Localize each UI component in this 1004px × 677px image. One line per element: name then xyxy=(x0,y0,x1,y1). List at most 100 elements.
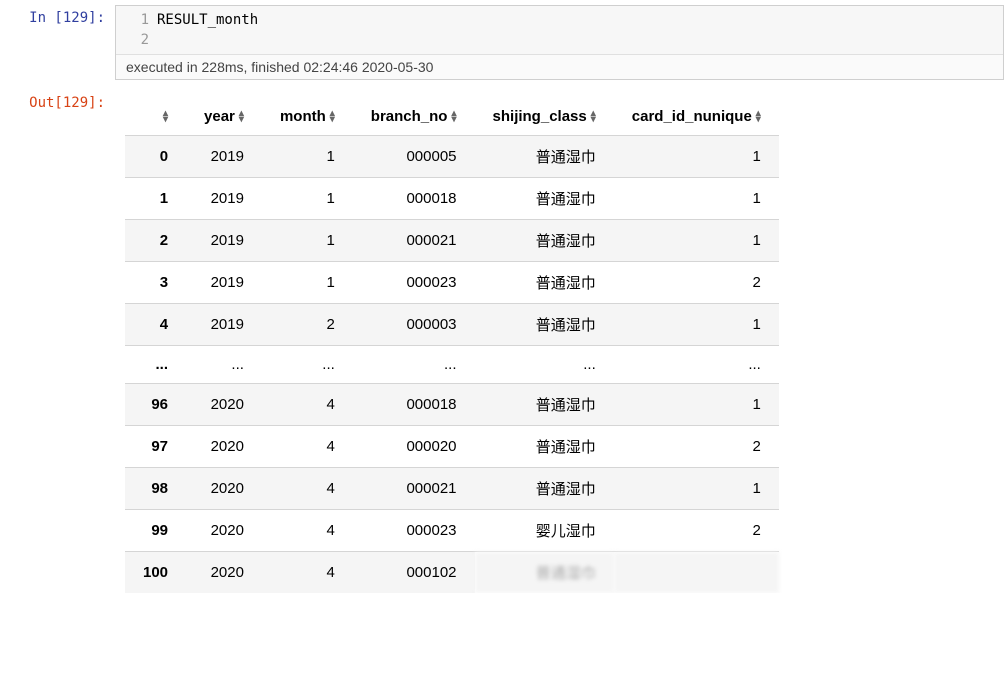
cell-card-id-nunique: 2 xyxy=(614,510,779,552)
cell-index: 0 xyxy=(125,136,186,178)
output-area: ▴▾ year▴▾ month▴▾ branch_no▴▾ shijing_cl… xyxy=(115,90,1004,593)
table-row: 120191000018普通湿巾1 xyxy=(125,178,779,220)
sort-icon[interactable]: ▴▾ xyxy=(756,111,761,123)
cell-card-id-nunique: 1 xyxy=(614,178,779,220)
cell-year: 2020 xyxy=(186,468,262,510)
cell-shijing-class: 普通湿巾 xyxy=(475,468,614,510)
cell-branch-no: 000005 xyxy=(353,136,475,178)
cell-month: 4 xyxy=(262,384,353,426)
cell-branch-no: 000021 xyxy=(353,220,475,262)
cell-month: 1 xyxy=(262,262,353,304)
cell-year: 2020 xyxy=(186,384,262,426)
cell-branch-no: 000023 xyxy=(353,510,475,552)
cell-month: 4 xyxy=(262,552,353,594)
table-row: 420192000003普通湿巾1 xyxy=(125,304,779,346)
cell-month: 4 xyxy=(262,468,353,510)
cell-branch-no: 000023 xyxy=(353,262,475,304)
cell-card-id-nunique: 1 xyxy=(614,304,779,346)
cell-index: 3 xyxy=(125,262,186,304)
cell-card-id-nunique: 1 xyxy=(614,136,779,178)
sort-icon[interactable]: ▴▾ xyxy=(239,111,244,123)
sort-icon[interactable]: ▴▾ xyxy=(163,111,168,123)
cell-index: 1 xyxy=(125,178,186,220)
table-header-row: ▴▾ year▴▾ month▴▾ branch_no▴▾ shijing_cl… xyxy=(125,98,779,136)
sort-icon[interactable]: ▴▾ xyxy=(591,111,596,123)
cell-year: 2019 xyxy=(186,220,262,262)
sort-icon[interactable]: ▴▾ xyxy=(330,111,335,123)
cell-branch-no: ... xyxy=(353,346,475,384)
execution-status: executed in 228ms, finished 02:24:46 202… xyxy=(116,55,1003,79)
cell-branch-no: 000018 xyxy=(353,384,475,426)
cell-index: 96 xyxy=(125,384,186,426)
cell-card-id-nunique: 1 xyxy=(614,468,779,510)
code-editor[interactable]: 1 2 RESULT_month executed in 228ms, fini… xyxy=(115,5,1004,80)
cell-index: 99 xyxy=(125,510,186,552)
table-row: 320191000023普通湿巾2 xyxy=(125,262,779,304)
cell-card-id-nunique: 2 xyxy=(614,426,779,468)
cell-shijing-class: 普通湿巾 xyxy=(475,136,614,178)
cell-month: 2 xyxy=(262,304,353,346)
gutter-line: 1 xyxy=(122,10,149,30)
cell-shijing-class: 普通湿巾 xyxy=(475,426,614,468)
col-header-card-id-nunique[interactable]: card_id_nunique▴▾ xyxy=(614,98,779,136)
cell-month: 1 xyxy=(262,178,353,220)
dataframe-table: ▴▾ year▴▾ month▴▾ branch_no▴▾ shijing_cl… xyxy=(125,98,779,593)
cell-branch-no: 000020 xyxy=(353,426,475,468)
cell-branch-no: 000102 xyxy=(353,552,475,594)
cell-card-id-nunique: 2 xyxy=(614,262,779,304)
col-header-year[interactable]: year▴▾ xyxy=(186,98,262,136)
code-gutter: 1 2 xyxy=(122,10,157,50)
cell-shijing-class: 普通湿巾 xyxy=(475,178,614,220)
cell-year: 2019 xyxy=(186,304,262,346)
gutter-line: 2 xyxy=(122,30,149,50)
cell-year: 2020 xyxy=(186,552,262,594)
cell-shijing-class: 普通湿巾 xyxy=(475,262,614,304)
code-line-area: 1 2 RESULT_month xyxy=(116,6,1003,55)
col-header-shijing-class[interactable]: shijing_class▴▾ xyxy=(475,98,614,136)
input-cell: In [129]: 1 2 RESULT_month executed in 2… xyxy=(0,0,1004,85)
cell-card-id-nunique: ... xyxy=(614,346,779,384)
cell-year: 2019 xyxy=(186,178,262,220)
table-row: 9920204000023婴儿湿巾2 xyxy=(125,510,779,552)
cell-branch-no: 000018 xyxy=(353,178,475,220)
cell-shijing-class: ... xyxy=(475,346,614,384)
table-row: 10020204000102普通湿巾 xyxy=(125,552,779,594)
cell-shijing-class: 普通湿巾 xyxy=(475,384,614,426)
cell-index: 97 xyxy=(125,426,186,468)
table-row: 9820204000021普通湿巾1 xyxy=(125,468,779,510)
cell-month: 4 xyxy=(262,426,353,468)
table-row: 9620204000018普通湿巾1 xyxy=(125,384,779,426)
cell-year: 2020 xyxy=(186,510,262,552)
col-header-index[interactable]: ▴▾ xyxy=(125,98,186,136)
table-row: 020191000005普通湿巾1 xyxy=(125,136,779,178)
table-row: 9720204000020普通湿巾2 xyxy=(125,426,779,468)
cell-branch-no: 000003 xyxy=(353,304,475,346)
sort-icon[interactable]: ▴▾ xyxy=(451,111,456,123)
cell-year: ... xyxy=(186,346,262,384)
output-prompt: Out[129]: xyxy=(0,90,115,593)
cell-year: 2019 xyxy=(186,262,262,304)
cell-year: 2020 xyxy=(186,426,262,468)
cell-branch-no: 000021 xyxy=(353,468,475,510)
output-cell: Out[129]: ▴▾ year▴▾ month▴▾ branch_no▴▾ … xyxy=(0,85,1004,598)
cell-index: ... xyxy=(125,346,186,384)
cell-index: 100 xyxy=(125,552,186,594)
cell-index: 4 xyxy=(125,304,186,346)
cell-index: 98 xyxy=(125,468,186,510)
col-header-branch-no[interactable]: branch_no▴▾ xyxy=(353,98,475,136)
cell-month: 4 xyxy=(262,510,353,552)
cell-year: 2019 xyxy=(186,136,262,178)
cell-month: ... xyxy=(262,346,353,384)
cell-month: 1 xyxy=(262,220,353,262)
input-prompt: In [129]: xyxy=(0,5,115,80)
cell-index: 2 xyxy=(125,220,186,262)
ellipsis-row: .................. xyxy=(125,346,779,384)
cell-month: 1 xyxy=(262,136,353,178)
table-row: 220191000021普通湿巾1 xyxy=(125,220,779,262)
cell-card-id-nunique: 1 xyxy=(614,220,779,262)
col-header-month[interactable]: month▴▾ xyxy=(262,98,353,136)
cell-shijing-class: 普通湿巾 xyxy=(475,304,614,346)
cell-shijing-class: 普通湿巾 xyxy=(475,552,614,594)
cell-card-id-nunique xyxy=(614,552,779,594)
code-text[interactable]: RESULT_month xyxy=(157,10,258,50)
